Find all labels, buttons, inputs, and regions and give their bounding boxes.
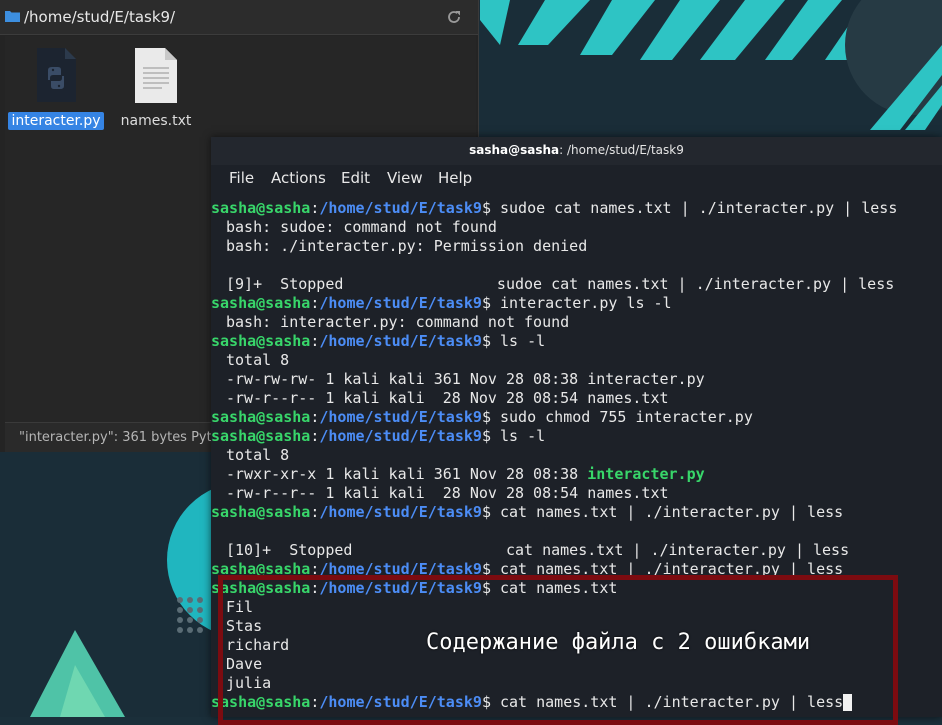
output-line: [10]+ Stopped cat names.txt | ./interact… (226, 541, 850, 559)
prompt-user: sasha@sasha (211, 408, 311, 426)
status-text: "interacter.py": 361 bytes Pyt (19, 430, 212, 445)
menu-file[interactable]: File (229, 169, 254, 187)
command-text: sudo chmod 755 interacter.py (490, 408, 753, 426)
output-line: [9]+ Stopped sudoe cat names.txt | ./int… (226, 275, 895, 293)
prompt-line: sasha@sasha:/home/stud/E/task9$ ls -l (211, 427, 545, 446)
prompt-path: /home/stud/E/task9 (319, 294, 482, 312)
prompt-user: sasha@sasha (211, 503, 311, 521)
prompt-line: sasha@sasha:/home/stud/E/task9$ sudoe ca… (211, 199, 897, 218)
menu-view[interactable]: View (387, 169, 423, 187)
location-path[interactable]: /home/stud/E/task9/ (24, 8, 175, 26)
output-line: bash: ./interacter.py: Permission denied (226, 237, 588, 255)
prompt-symbol: $ (481, 332, 491, 350)
title-path: : /home/stud/E/task9 (559, 143, 684, 157)
prompt-path: /home/stud/E/task9 (319, 503, 482, 521)
prompt-user: sasha@sasha (211, 427, 311, 445)
prompt-symbol: $ (481, 427, 491, 445)
menu-bar: File Actions Edit View Help (211, 165, 942, 193)
location-bar[interactable]: /home/stud/E/task9/ (0, 0, 478, 35)
prompt-path: /home/stud/E/task9 (319, 427, 482, 445)
output-line: -rw-r--r-- 1 kali kali 28 Nov 28 08:54 n… (226, 484, 669, 502)
prompt-path: /home/stud/E/task9 (319, 332, 482, 350)
prompt-symbol: $ (481, 294, 491, 312)
refresh-icon[interactable] (445, 8, 463, 26)
prompt-line: sasha@sasha:/home/stud/E/task9$ interact… (211, 294, 672, 313)
prompt-symbol: $ (481, 503, 491, 521)
prompt-path: /home/stud/E/task9 (319, 199, 482, 217)
terminal-titlebar[interactable]: sasha@sasha: /home/stud/E/task9 (211, 137, 942, 165)
prompt-user: sasha@sasha (211, 294, 311, 312)
text-file-icon (135, 48, 177, 103)
prompt-user: sasha@sasha (211, 332, 311, 350)
window-title: sasha@sasha: /home/stud/E/task9 (469, 143, 684, 157)
command-text: ls -l (490, 332, 546, 350)
output-line: -rw-r--r-- 1 kali kali 28 Nov 28 08:54 n… (226, 389, 669, 407)
file-item-interacter-py[interactable]: interacter.py (6, 48, 106, 130)
output-line: -rw-rw-rw- 1 kali kali 361 Nov 28 08:38 … (226, 370, 705, 388)
command-text: ls -l (490, 427, 546, 445)
command-text: sudoe cat names.txt | ./interacter.py | … (490, 199, 898, 217)
prompt-symbol: $ (481, 408, 491, 426)
command-text: interacter.py ls -l (490, 294, 672, 312)
prompt-line: sasha@sasha:/home/stud/E/task9$ sudo chm… (211, 408, 753, 427)
folder-icon (5, 11, 20, 22)
output-line: -rwxr-xr-x 1 kali kali 361 Nov 28 08:38 … (226, 465, 705, 484)
prompt-symbol: $ (481, 199, 491, 217)
output-text: -rwxr-xr-x 1 kali kali 361 Nov 28 08:38 (226, 465, 588, 483)
title-user: sasha@sasha (469, 143, 560, 157)
output-line: bash: sudoe: command not found (226, 218, 497, 236)
executable-filename: interacter.py (587, 465, 705, 483)
file-label: names.txt (120, 113, 192, 129)
file-item-names-txt[interactable]: names.txt (106, 48, 206, 130)
output-line: bash: interacter.py: command not found (226, 313, 570, 331)
file-label: interacter.py (8, 112, 104, 130)
python-file-icon (37, 48, 76, 102)
prompt-user: sasha@sasha (211, 199, 311, 217)
output-line: total 8 (226, 446, 290, 464)
menu-edit[interactable]: Edit (341, 169, 370, 187)
command-text: cat names.txt | ./interacter.py | less (490, 503, 844, 521)
prompt-line: sasha@sasha:/home/stud/E/task9$ ls -l (211, 332, 545, 351)
prompt-path: /home/stud/E/task9 (319, 408, 482, 426)
menu-actions[interactable]: Actions (271, 169, 326, 187)
menu-help[interactable]: Help (438, 169, 472, 187)
prompt-line: sasha@sasha:/home/stud/E/task9$ cat name… (211, 503, 843, 522)
annotation-caption: Содержание файла с 2 ошибками (426, 630, 811, 655)
output-line: total 8 (226, 351, 290, 369)
